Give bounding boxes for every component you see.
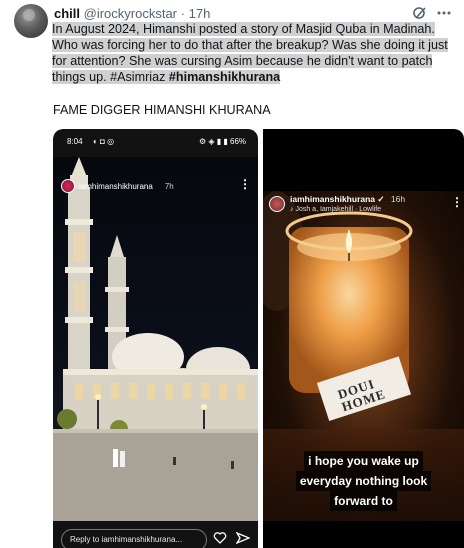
media-grid[interactable]: 8:04 ◐ ◘ ◎ ⚙ ◈ ▮ ▮ 66% iamhimanshikhuran…	[53, 129, 464, 548]
heart-icon[interactable]	[213, 531, 227, 548]
story-username[interactable]: iamhimanshikhurana	[79, 182, 153, 191]
timestamp[interactable]: 17h	[189, 6, 211, 21]
more-icon[interactable]	[436, 5, 452, 21]
caption-line-3: forward to	[330, 491, 397, 511]
caption-line-2: everyday nothing look	[295, 471, 432, 491]
caption-line-1: i hope you wake up	[304, 451, 423, 471]
story-age: 7h	[164, 181, 174, 191]
reply-input[interactable]: Reply to iamhimanshikhurana...	[61, 529, 207, 548]
tweet[interactable]: chill @irockyrockstar · 17h In August 20…	[0, 0, 464, 548]
story-avatar[interactable]	[61, 179, 75, 193]
send-icon[interactable]	[235, 531, 251, 548]
status-time: 8:04	[67, 137, 83, 146]
phone-status-bar: 8:04 ◐ ◘ ◎ ⚙ ◈ ▮ ▮ 66%	[53, 129, 258, 155]
story-more-icon-right[interactable]: ⋮	[451, 196, 463, 208]
tweet-header: chill @irockyrockstar · 17h	[54, 6, 434, 22]
tweet-text: In August 2024, Himanshi posted a story …	[52, 21, 456, 85]
story-screenshot-candle[interactable]: DOUI HOME iamhimanshikhurana ✓ 16h ♪ Jos…	[263, 129, 464, 548]
story-user-right[interactable]: iamhimanshikhurana ✓ 16h ♪ Josh a, Iamja…	[269, 194, 405, 214]
story-username-right[interactable]: iamhimanshikhurana	[290, 194, 375, 204]
story-screenshot-mosque[interactable]: 8:04 ◐ ◘ ◎ ⚙ ◈ ▮ ▮ 66% iamhimanshikhuran…	[53, 129, 258, 548]
tweet-tagline: FAME DIGGER HIMANSHI KHURANA	[53, 103, 271, 117]
story-actions	[213, 531, 251, 548]
mosque-image	[53, 157, 258, 521]
avatar[interactable]	[14, 4, 48, 38]
story-caption: i hope you wake up everyday nothing look…	[263, 451, 464, 511]
story-avatar-right[interactable]	[269, 196, 285, 212]
status-left-icons: ◐ ◘ ◎	[93, 137, 115, 146]
separator: ·	[180, 6, 185, 21]
story-user-left[interactable]: iamhimanshikhurana 7h	[61, 179, 174, 193]
hashtag-link[interactable]: #himanshikhurana	[169, 70, 280, 84]
status-right: ⚙ ◈ ▮ ▮ 66%	[198, 137, 246, 146]
grok-icon[interactable]	[412, 5, 428, 21]
story-more-icon[interactable]: ⋮	[239, 178, 251, 190]
verified-icon: ✓	[377, 194, 385, 204]
handle[interactable]: @irockyrockstar	[84, 6, 177, 21]
header-actions	[412, 4, 452, 22]
story-age-right: 16h	[390, 194, 406, 204]
display-name[interactable]: chill	[54, 6, 80, 21]
story-music[interactable]: ♪ Josh a, Iamjakehill · Lowlife	[290, 205, 405, 214]
